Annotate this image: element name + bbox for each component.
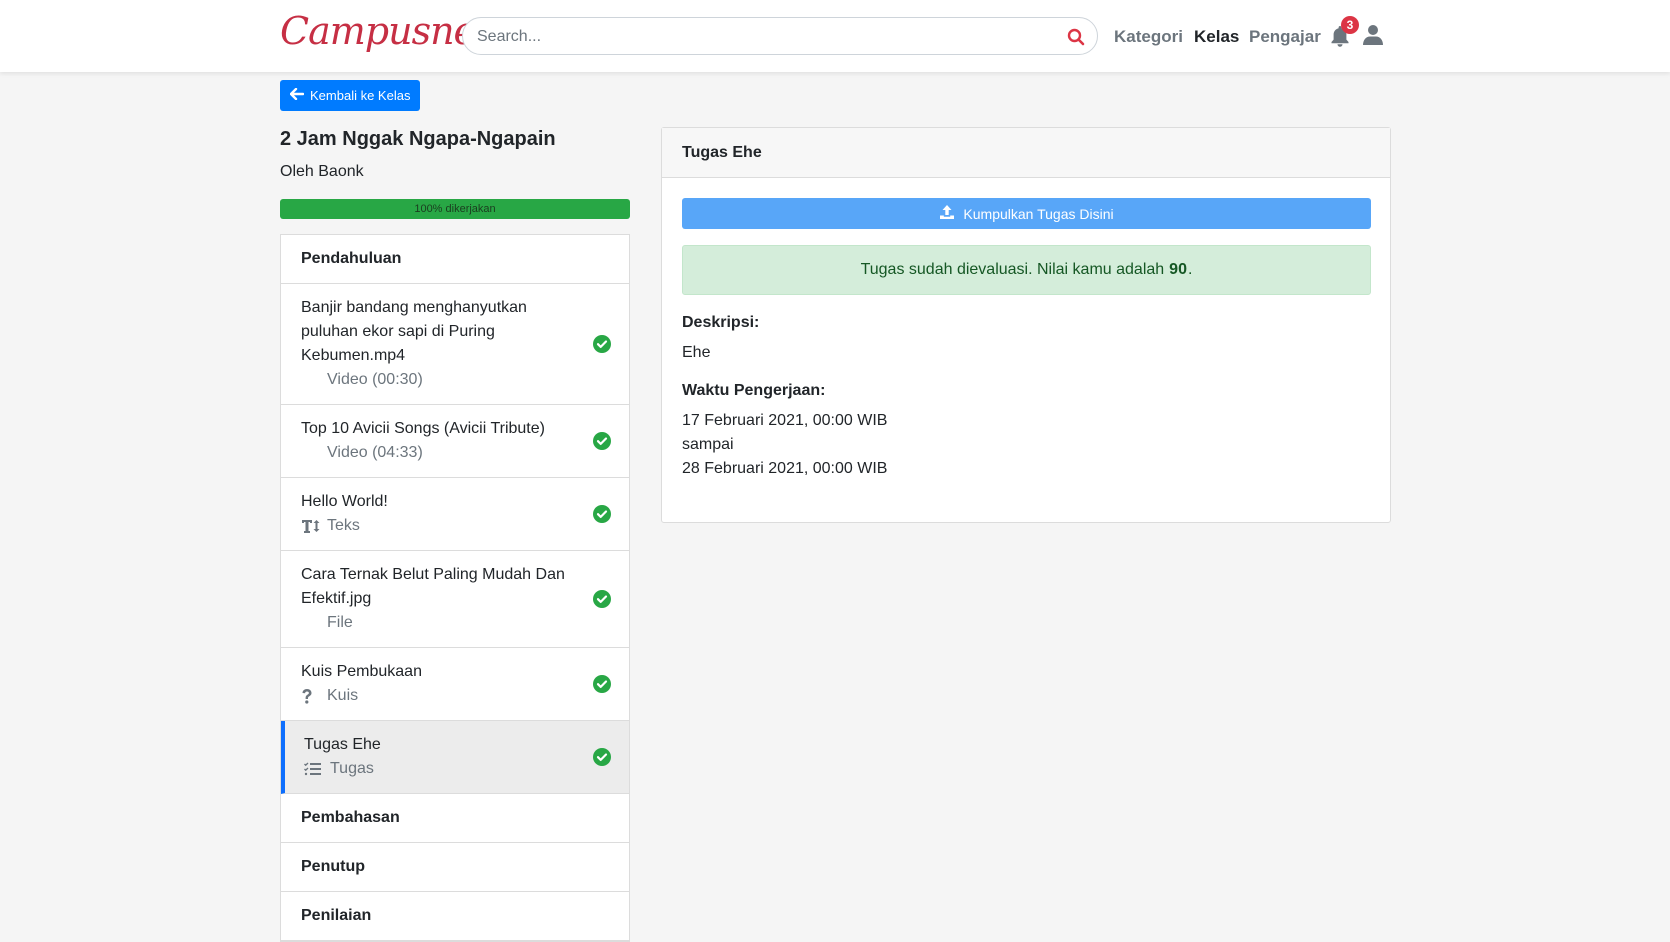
section-penutup[interactable]: Penutup [281, 843, 629, 892]
submit-button-label: Kumpulkan Tugas Disini [963, 205, 1114, 222]
assignment-card: Tugas Ehe Kumpulkan Tugas Disini Tugas s… [661, 127, 1391, 523]
back-to-class-button[interactable]: Kembali ke Kelas [280, 80, 421, 111]
item-title: Kuis Pembukaan [301, 663, 422, 680]
arrow-left-icon [289, 87, 305, 103]
navbar: Campusnet Kategori Kelas Pengajar 3 [0, 0, 1670, 72]
description-text: Ehe [682, 344, 711, 361]
course-title: 2 Jam Nggak Ngapa-Ngapain [280, 128, 556, 150]
item-title: Cara Ternak Belut Paling Mudah Dan Efekt… [301, 566, 565, 607]
alert-suffix: . [1187, 261, 1193, 278]
user-icon[interactable] [1363, 24, 1385, 46]
list-item[interactable]: Banjir bandang menghanyutkan puluhan eko… [281, 284, 629, 405]
section-label: Pembahasan [301, 809, 400, 826]
check-circle-icon [593, 748, 611, 766]
score-value: 90 [1169, 261, 1187, 278]
item-title: Hello World! [301, 493, 388, 510]
list-item[interactable]: Kuis Pembukaan Kuis [281, 648, 629, 721]
course-author: Oleh Baonk [280, 163, 364, 180]
progress-fill: 100% dikerjakan [280, 199, 630, 219]
section-label: Penutup [301, 858, 365, 875]
item-title: Top 10 Avicii Songs (Avicii Tribute) [301, 420, 545, 437]
work-time-label: Waktu Pengerjaan: [682, 382, 826, 399]
until-text: sampai [682, 436, 734, 453]
item-type: Teks [327, 517, 360, 534]
submit-assignment-button[interactable]: Kumpulkan Tugas Disini [682, 198, 1371, 229]
item-type: Video (00:30) [327, 371, 423, 388]
item-title: Tugas Ehe [304, 736, 381, 753]
section-pendahuluan[interactable]: Pendahuluan [281, 235, 629, 284]
notification-badge: 3 [1341, 16, 1359, 34]
item-type: File [327, 614, 353, 631]
search-input[interactable] [477, 26, 1037, 48]
item-title: Banjir bandang menghanyutkan puluhan eko… [301, 299, 527, 364]
list-item[interactable]: Top 10 Avicii Songs (Avicii Tribute) Vid… [281, 405, 629, 478]
nav-link-pengajar[interactable]: Pengajar [1249, 27, 1321, 47]
check-circle-icon [593, 675, 611, 693]
section-penilaian[interactable]: Penilaian [281, 892, 629, 941]
nav-link-kelas[interactable]: Kelas [1194, 27, 1239, 47]
section-pembahasan[interactable]: Pembahasan [281, 794, 629, 843]
text-height-icon [301, 519, 327, 533]
start-time: 17 Februari 2021, 00:00 WIB [682, 412, 888, 429]
logo[interactable]: Campusnet [280, 9, 490, 53]
progress-bar: 100% dikerjakan [280, 199, 630, 219]
list-item[interactable]: Cara Ternak Belut Paling Mudah Dan Efekt… [281, 551, 629, 648]
item-type: Tugas [330, 760, 374, 777]
back-button-label: Kembali ke Kelas [310, 88, 411, 103]
search-bar [462, 17, 1098, 55]
assignment-header: Tugas Ehe [662, 128, 1390, 178]
end-time: 28 Februari 2021, 00:00 WIB [682, 460, 888, 477]
item-type: Kuis [327, 687, 359, 704]
item-type: Video (04:33) [327, 444, 423, 461]
alert-text: Tugas sudah dievaluasi. Nilai kamu adala… [860, 261, 1165, 278]
section-label: Penilaian [301, 907, 372, 924]
check-circle-icon [593, 335, 611, 353]
list-item[interactable]: Hello World! Teks [281, 478, 629, 551]
check-circle-icon [593, 432, 611, 450]
tasks-icon [304, 762, 330, 776]
search-icon[interactable] [1065, 26, 1087, 48]
section-label: Pendahuluan [301, 250, 402, 267]
upload-icon [939, 204, 955, 223]
description-label: Deskripsi: [682, 314, 760, 331]
course-content-list: Pendahuluan Banjir bandang menghanyutkan… [280, 234, 630, 942]
evaluation-alert: Tugas sudah dievaluasi. Nilai kamu adala… [682, 245, 1371, 295]
question-icon [301, 688, 327, 704]
nav-link-kategori[interactable]: Kategori [1114, 27, 1183, 47]
list-item-active[interactable]: Tugas Ehe Tugas [281, 721, 629, 794]
check-circle-icon [593, 590, 611, 608]
check-circle-icon [593, 505, 611, 523]
